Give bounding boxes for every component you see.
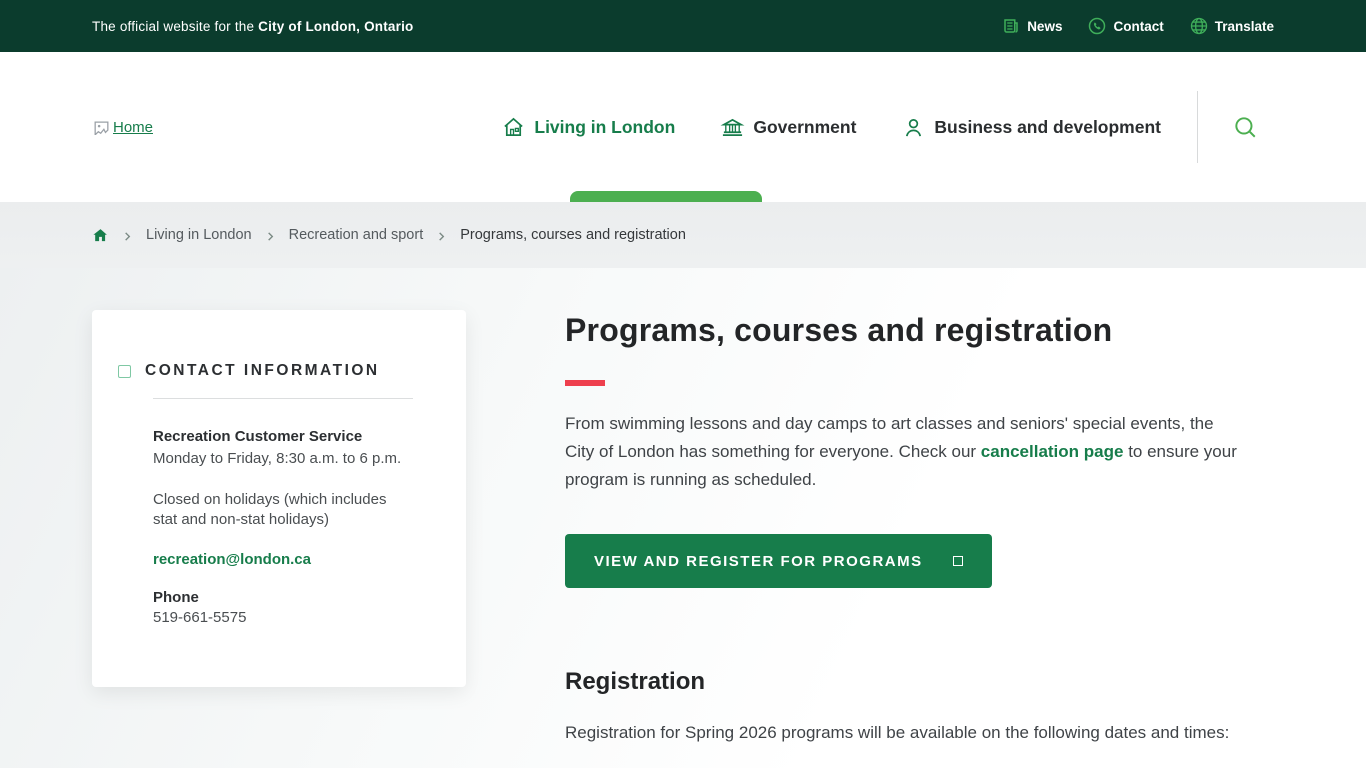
search-button[interactable] xyxy=(1228,110,1262,144)
chevron-right-icon xyxy=(436,230,447,241)
breadcrumb-home-icon[interactable] xyxy=(92,227,109,244)
nav-business-label: Business and development xyxy=(934,117,1161,138)
tagline-city: City of London, Ontario xyxy=(258,19,413,34)
card-title-row: CONTACT INFORMATION xyxy=(118,362,440,380)
breadcrumb-band: Living in London Recreation and sport Pr… xyxy=(0,202,1366,268)
phone-number: 519-661-5575 xyxy=(153,608,440,628)
translate-link[interactable]: Translate xyxy=(1190,17,1274,35)
nav-government[interactable]: Government xyxy=(721,116,856,139)
phone-label: Phone xyxy=(153,588,440,608)
contact-link[interactable]: Contact xyxy=(1088,17,1163,35)
cancellation-page-link[interactable]: cancellation page xyxy=(981,442,1124,461)
closed-note: Closed on holidays (which includes stat … xyxy=(153,490,405,530)
home-logo[interactable]: Home xyxy=(92,119,153,135)
contact-label: Contact xyxy=(1113,19,1163,34)
site-tagline: The official website for the City of Lon… xyxy=(92,19,413,34)
breadcrumb-living-in-london[interactable]: Living in London xyxy=(146,227,252,243)
view-and-register-button[interactable]: VIEW AND REGISTER FOR PROGRAMS xyxy=(565,534,992,588)
external-link-icon xyxy=(953,556,963,566)
nav-living-label: Living in London xyxy=(534,117,675,138)
topbar-links: News Contact Translate xyxy=(1002,17,1274,35)
news-link[interactable]: News xyxy=(1002,17,1062,35)
breadcrumb: Living in London Recreation and sport Pr… xyxy=(92,227,686,244)
chevron-right-icon xyxy=(265,230,276,241)
phone-icon xyxy=(1088,17,1106,35)
home-logo-label: Home xyxy=(113,119,153,135)
card-divider xyxy=(153,398,413,399)
registration-heading: Registration xyxy=(565,668,1241,696)
contact-card-title: CONTACT INFORMATION xyxy=(145,362,380,380)
nav-living-in-london[interactable]: Living in London xyxy=(502,116,675,139)
email-link[interactable]: recreation@london.ca xyxy=(153,550,311,570)
globe-icon xyxy=(1190,17,1208,35)
person-icon xyxy=(902,116,925,139)
view-and-register-label: VIEW AND REGISTER FOR PROGRAMS xyxy=(594,553,923,570)
red-accent-bar xyxy=(565,380,605,386)
news-label: News xyxy=(1027,19,1062,34)
site-header: Home Living in London Government Busines… xyxy=(0,52,1366,202)
nav-government-label: Government xyxy=(753,117,856,138)
page-title: Programs, courses and registration xyxy=(565,312,1241,349)
registration-paragraph: Registration for Spring 2026 programs wi… xyxy=(565,723,1241,743)
nav-business-development[interactable]: Business and development xyxy=(902,116,1161,139)
contact-card-body: Recreation Customer Service Monday to Fr… xyxy=(153,427,440,628)
breadcrumb-current-page: Programs, courses and registration xyxy=(460,227,686,243)
news-icon xyxy=(1002,17,1020,35)
main-content: Programs, courses and registration From … xyxy=(565,310,1241,743)
translate-label: Translate xyxy=(1215,19,1274,34)
contact-card-icon xyxy=(118,365,131,378)
service-name: Recreation Customer Service xyxy=(153,427,440,447)
broken-image-icon xyxy=(92,119,111,135)
tagline-prefix: The official website for the xyxy=(92,19,258,34)
intro-paragraph: From swimming lessons and day camps to a… xyxy=(565,410,1241,494)
search-icon xyxy=(1232,114,1258,140)
main-nav: Living in London Government Business and… xyxy=(502,116,1161,139)
active-nav-indicator xyxy=(570,191,762,202)
contact-information-card: CONTACT INFORMATION Recreation Customer … xyxy=(92,310,466,687)
breadcrumb-recreation-and-sport[interactable]: Recreation and sport xyxy=(289,227,424,243)
header-divider xyxy=(1197,91,1198,163)
house-icon xyxy=(502,116,525,139)
chevron-right-icon xyxy=(122,230,133,241)
government-building-icon xyxy=(721,116,744,139)
page-body: CONTACT INFORMATION Recreation Customer … xyxy=(0,268,1366,768)
service-hours: Monday to Friday, 8:30 a.m. to 6 p.m. xyxy=(153,449,440,469)
topbar: The official website for the City of Lon… xyxy=(0,0,1366,52)
